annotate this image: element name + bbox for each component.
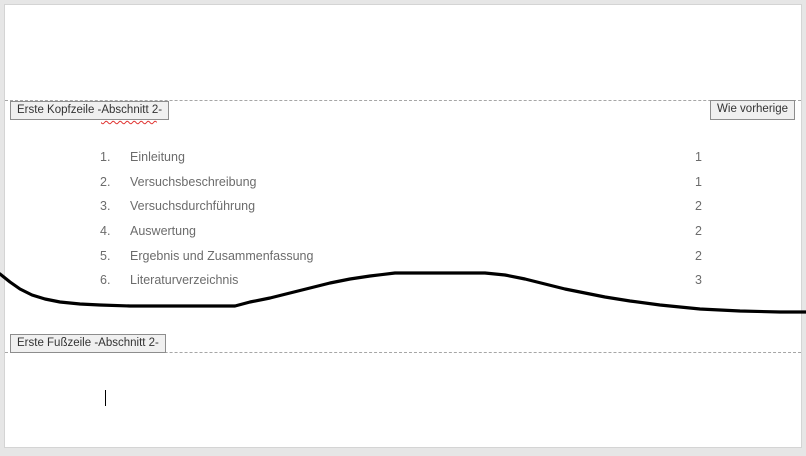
toc-entry-page: 1 [695,174,702,189]
toc-entry-title: Einleitung [130,150,185,164]
header-section-tag: Erste Kopfzeile -Abschnitt 2- [10,101,170,120]
text-cursor [105,390,106,406]
toc-entry-title: Versuchsdurchführung [130,199,256,214]
footer-section-tag: Erste Fußzeile -Abschnitt 2- [10,334,166,353]
toc-entry-number: 2. [100,174,111,189]
toc-entry-page: 2 [695,248,702,263]
toc-entry[interactable]: 4. Auswertung 2 [100,221,710,246]
toc-entry-page: 2 [695,224,702,239]
toc-entry[interactable]: 2. Versuchsbeschreibung 1 [100,172,710,197]
toc-entry-title: Ergebnis und Zusammenfassung [130,248,314,263]
table-of-contents: 1. Einleitung 1 2. Versuchsbeschreibung … [100,147,710,295]
toc-entry-title: Versuchsbeschreibung [130,174,257,189]
same-as-previous-tag: Wie vorherige [710,100,795,120]
toc-entry-page: 2 [695,199,702,214]
toc-entry-number: 5. [100,248,111,263]
toc-entry[interactable]: 5. Ergebnis und Zusammenfassung 2 [100,246,710,271]
toc-entry-number: 1. [100,150,111,164]
toc-entry-page: 1 [695,150,702,164]
toc-entry[interactable]: 3. Versuchsdurchführung 2 [100,196,710,221]
toc-entry-title: Literaturverzeichnis [130,273,239,288]
toc-entry-number: 6. [100,273,111,288]
document-page[interactable]: zeichnis Erste Kopfzeile -Abschnitt 2- W… [4,4,802,448]
toc-entry-page: 3 [695,273,702,288]
toc-entry-title: Auswertung [130,224,197,239]
toc-entry-number: 4. [100,224,111,239]
toc-entry[interactable]: 6. Literaturverzeichnis 3 [100,270,710,295]
toc-entry-number: 3. [100,199,111,214]
toc-entry[interactable]: 1. Einleitung 1 [100,147,710,172]
